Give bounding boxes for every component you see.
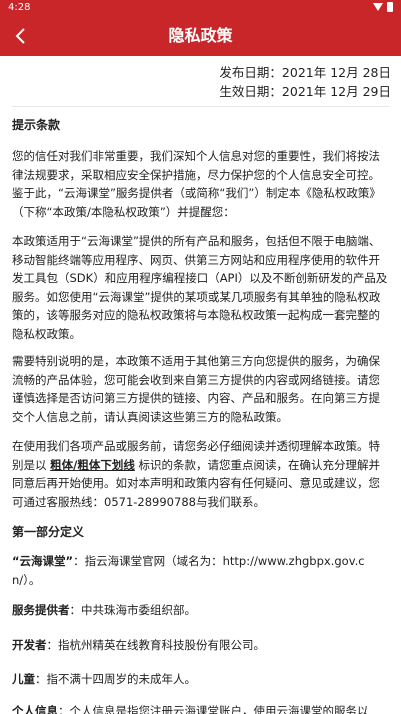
definition-term: 服务提供者: [12, 603, 70, 617]
policy-content[interactable]: 发布日期：2021年 12月 28日 生效日期：2021年 12月 29日 提示…: [0, 56, 401, 714]
definition-text: ：个人信息是指您注册云海课堂账户，使用云海课堂的服务以: [58, 704, 369, 714]
definition-term: 个人信息: [12, 704, 58, 714]
definition-term: 开发者: [12, 638, 47, 652]
date-block: 发布日期：2021年 12月 28日 生效日期：2021年 12月 29日: [219, 63, 391, 101]
wifi-icon: [373, 3, 383, 11]
status-icons: [373, 2, 393, 12]
definition-personal-info: 个人信息：个人信息是指您注册云海课堂账户，使用云海课堂的服务以: [12, 702, 389, 714]
divider: [12, 106, 389, 107]
definition-term: “云海课堂”: [12, 554, 74, 568]
battery-icon: [387, 2, 393, 12]
definition-provider: 服务提供者：中共珠海市委组织部。: [12, 601, 389, 620]
definition-text: ：中共珠海市委组织部。: [69, 603, 197, 617]
paragraph-scope: 本政策适用于“云海课堂”提供的所有产品和服务，包括但不限于电脑端、移动智能终端等…: [12, 234, 388, 341]
status-bar: 4:28: [0, 0, 401, 16]
status-time: 4:28: [8, 2, 31, 13]
definition-yunhai: “云海课堂”：指云海课堂官网（域名为：http://www.zhgbpx.gov…: [12, 552, 389, 589]
definition-term: 儿童: [12, 672, 35, 686]
definition-child: 儿童：指不满十四周岁的未成年人。: [12, 670, 389, 689]
effective-date: 生效日期：2021年 12月 29日: [219, 84, 391, 99]
definition-developer: 开发者：指杭州精英在线教育科技股份有限公司。: [12, 636, 389, 655]
definition-text: ：指不满十四周岁的未成年人。: [35, 672, 196, 686]
paragraph-read-carefully: 在使用我们各项产品或服务前，请您务必仔细阅读并透彻理解本政策。特别是以 粗体/粗…: [12, 437, 389, 511]
app-bar: 隐私政策: [0, 16, 401, 56]
publish-date: 发布日期：2021年 12月 28日: [219, 65, 391, 80]
paragraph-third-party: 需要特别说明的是，本政策不适用于其他第三方向您提供的服务，为确保流畅的产品体验，…: [12, 354, 380, 424]
section-heading-definitions: 第一部分定义: [12, 525, 85, 539]
bold-underline-text: 粗体/粗体下划线: [50, 457, 135, 472]
section-heading-tips: 提示条款: [12, 118, 61, 132]
definition-text: ：指杭州精英在线教育科技股份有限公司。: [46, 638, 266, 652]
page-title: 隐私政策: [168, 26, 233, 45]
paragraph-trust: 您的信任对我们非常重要，我们深知个人信息对您的重要性，我们将按法律法规要求，采取…: [12, 149, 381, 219]
